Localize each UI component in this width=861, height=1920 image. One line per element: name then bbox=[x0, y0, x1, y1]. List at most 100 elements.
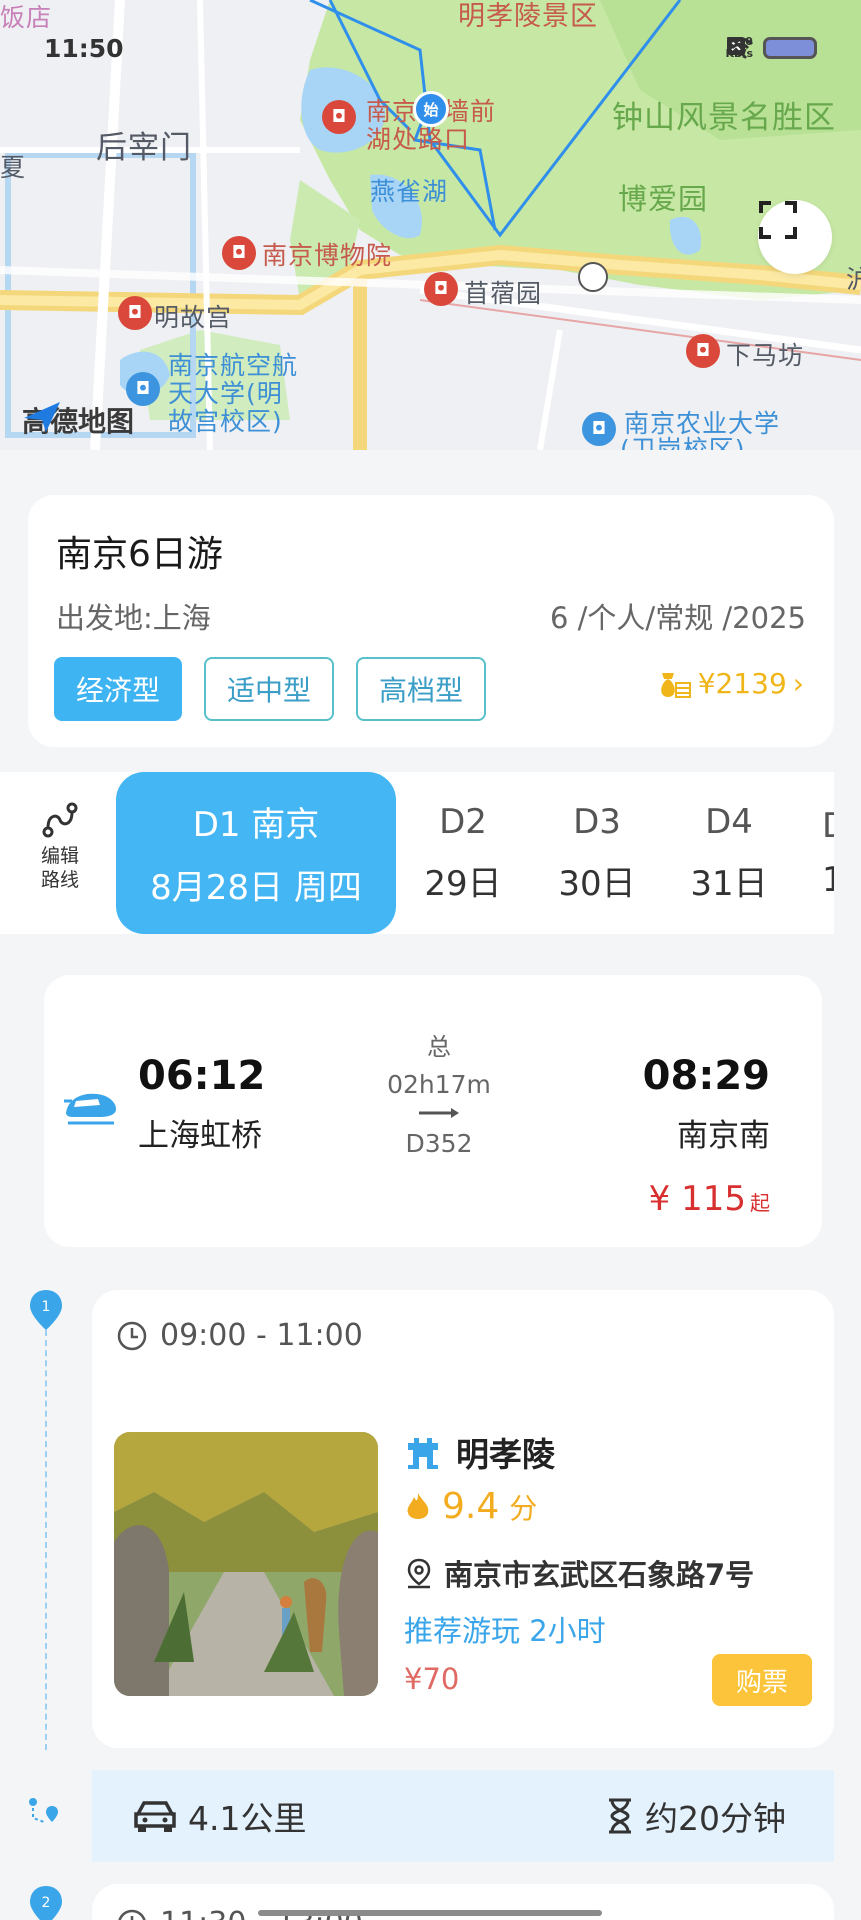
location-pin-icon bbox=[407, 1558, 431, 1589]
battery-icon bbox=[763, 37, 817, 59]
clock-icon bbox=[118, 1909, 146, 1920]
clock-icon bbox=[117, 1321, 147, 1350]
wifi-icon bbox=[726, 37, 753, 56]
edit-route-line2: 路线 bbox=[40, 869, 79, 891]
departure-time: 06:12 bbox=[138, 1053, 266, 1099]
day-tab-date: 1 bbox=[822, 860, 834, 900]
poi-city-wall-icon: ◘ bbox=[322, 100, 356, 134]
day-tab-1[interactable]: D1 南京 8月28日 周四 bbox=[116, 772, 396, 934]
map-label-nuaa-3: 故宫校区) bbox=[168, 407, 283, 436]
day-tab-date: 31日 bbox=[690, 863, 768, 904]
day-tab-3[interactable]: D3 30日 bbox=[534, 772, 660, 934]
map-label-lake-office: 湖处路口 bbox=[366, 125, 471, 154]
trip-meta: 6 /个人/常规 /2025 bbox=[549, 601, 806, 635]
route-start-marker[interactable]: 始 bbox=[413, 91, 449, 127]
spot-name[interactable]: 明孝陵 bbox=[404, 1428, 555, 1476]
map-label-yanque-lake: 燕雀湖 bbox=[370, 177, 449, 206]
spot-recommend-duration: 推荐游玩 2小时 bbox=[404, 1614, 606, 1648]
trip-summary-card: 南京6日游 出发地:上海 6 /个人/常规 /2025 经济型 适中型 高档型 … bbox=[28, 495, 834, 747]
poi-xia-ma-fang-icon: ◘ bbox=[686, 334, 720, 368]
day-tab-date: 29日 bbox=[424, 863, 502, 904]
status-time: 11:50 bbox=[44, 34, 124, 63]
budget-price: ¥2139 bbox=[697, 667, 787, 700]
train-duration: 02h17m bbox=[387, 1070, 491, 1099]
money-bag-icon bbox=[660, 672, 691, 698]
trip-origin: 出发地:上海 bbox=[56, 601, 211, 635]
arrival-station: 南京南 bbox=[677, 1118, 770, 1154]
spot-photo-image bbox=[114, 1432, 378, 1696]
route-map[interactable]: 饭店 明孝陵景区 后宰门 钟山风景名胜区 南京城墙前 湖处路口 博爱园 燕雀湖 … bbox=[0, 0, 861, 450]
poi-ming-palace-icon: ◘ bbox=[118, 296, 152, 330]
transfer-distance: 4.1公里 bbox=[132, 1792, 306, 1840]
level-premium-button[interactable]: 高档型 bbox=[356, 657, 486, 721]
poi-njau-icon: ◘ bbox=[582, 412, 616, 446]
map-label-mingxiaoling-area: 明孝陵景区 bbox=[458, 1, 598, 32]
stop-2-index: 2 bbox=[42, 1895, 51, 1911]
train-info: 总 02h17m D352 bbox=[384, 1027, 494, 1158]
poi-museum-icon: ◘ bbox=[222, 236, 256, 270]
map-label-ming-palace: 明故宫 bbox=[154, 303, 233, 332]
map-label-bo-ai-yuan: 博爱园 bbox=[618, 182, 709, 216]
transfer-duration-text: 约20分钟 bbox=[645, 1799, 786, 1838]
edit-route-button[interactable]: 编辑 路线 bbox=[28, 802, 92, 892]
train-number: D352 bbox=[405, 1129, 473, 1158]
spot-price: ¥70 bbox=[404, 1662, 460, 1696]
level-economy-button[interactable]: 经济型 bbox=[54, 657, 182, 721]
spot-card[interactable]: 09:00 - 11:00 明孝陵 9.4 分 南京市玄武区石象路7号 推荐游玩… bbox=[92, 1290, 834, 1748]
spot-score-unit: 分 bbox=[509, 1491, 538, 1525]
map-label-xia-ma-fang: 下马坊 bbox=[726, 341, 805, 370]
day-tab-4[interactable]: D4 31日 bbox=[666, 772, 792, 934]
map-label-njau-2: (卫岗校区) bbox=[620, 435, 746, 450]
trip-title: 南京6日游 bbox=[56, 534, 223, 575]
day-tab-2[interactable]: D2 29日 bbox=[400, 772, 526, 934]
map-label-hotel: 饭店 bbox=[0, 3, 53, 32]
map-label-xia: 夏 bbox=[0, 153, 27, 182]
chevron-right-icon: › bbox=[792, 667, 804, 700]
day-tab-5[interactable]: D 1 bbox=[822, 772, 834, 934]
day-tab-date: 8月28日 周四 bbox=[150, 868, 362, 908]
timeline-line bbox=[45, 1330, 47, 1750]
train-fare-value: ¥ 115 bbox=[648, 1179, 746, 1219]
day-tab-label: D bbox=[822, 806, 834, 846]
day-tab-label: D3 bbox=[573, 801, 621, 842]
stop-2-pin-icon: 2 bbox=[30, 1886, 62, 1920]
fullscreen-icon bbox=[759, 201, 797, 239]
day-tab-label: D4 bbox=[705, 801, 753, 842]
day-tab-label: D1 南京 bbox=[192, 805, 320, 845]
spot-time: 09:00 - 11:00 bbox=[116, 1318, 363, 1353]
edit-route-line1: 编辑 bbox=[40, 845, 79, 867]
spot-score: 9.4 分 bbox=[404, 1486, 537, 1527]
scenic-spot-icon bbox=[408, 1438, 438, 1469]
transfer-duration: 约20分钟 bbox=[605, 1792, 786, 1840]
level-moderate-button[interactable]: 适中型 bbox=[204, 657, 334, 721]
stop-1-index: 1 bbox=[42, 1299, 51, 1315]
metro-station-icon bbox=[578, 262, 608, 292]
car-icon bbox=[134, 1801, 176, 1832]
train-fare-suffix: 起 bbox=[750, 1191, 770, 1215]
arrow-right-icon bbox=[384, 1105, 494, 1129]
spot-photo[interactable] bbox=[114, 1432, 378, 1696]
route-transfer-icon bbox=[29, 1798, 58, 1823]
day-tab-label: D2 bbox=[439, 801, 487, 842]
transfer-bar[interactable]: 4.1公里 约20分钟 bbox=[92, 1770, 834, 1862]
map-label-zhongshan: 钟山风景名胜区 bbox=[612, 100, 836, 136]
status-icons: 1.30 KB/s bbox=[726, 36, 817, 60]
map-label-edge-right: 沪 bbox=[846, 265, 861, 294]
total-label: 总 bbox=[427, 1033, 451, 1061]
map-label-museum: 南京博物院 bbox=[262, 241, 393, 270]
stop-1-pin-icon: 1 bbox=[30, 1290, 62, 1330]
hourglass-icon bbox=[609, 1798, 631, 1834]
budget-price-link[interactable]: ¥2139 › bbox=[658, 667, 804, 700]
train-fare: ¥ 115 起 bbox=[649, 1179, 770, 1219]
transfer-distance-text: 4.1公里 bbox=[188, 1799, 307, 1838]
spot-name-text: 明孝陵 bbox=[456, 1435, 555, 1474]
day-tabs: 编辑 路线 D1 南京 8月28日 周四 D2 29日 D3 30日 D4 31… bbox=[0, 772, 834, 934]
day-tab-date: 30日 bbox=[558, 863, 636, 904]
arrival-time: 08:29 bbox=[642, 1053, 770, 1099]
fullscreen-button[interactable] bbox=[758, 200, 832, 274]
buy-ticket-button[interactable]: 购票 bbox=[712, 1654, 812, 1706]
spot-address[interactable]: 南京市玄武区石象路7号 bbox=[404, 1552, 754, 1594]
home-indicator[interactable] bbox=[258, 1910, 602, 1916]
train-card[interactable]: 06:12 上海虹桥 总 02h17m D352 08:29 南京南 ¥ 115… bbox=[44, 975, 822, 1247]
route-edit-icon bbox=[42, 802, 78, 838]
